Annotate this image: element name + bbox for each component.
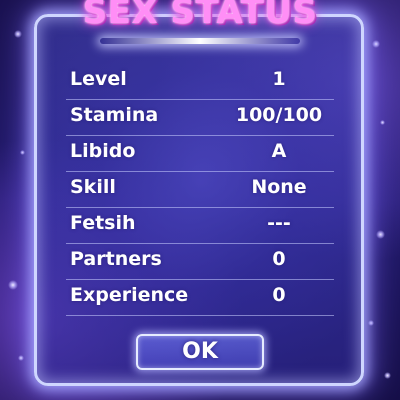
stat-label: Level — [70, 68, 127, 90]
stat-row-libido: Libido A — [66, 136, 334, 172]
sparkle — [380, 120, 385, 125]
stat-row-skill: Skill None — [66, 172, 334, 208]
ok-button[interactable]: OK — [136, 334, 264, 370]
stat-value: 0 — [272, 248, 286, 270]
stat-row-experience: Experience 0 — [66, 280, 334, 316]
stat-label: Experience — [70, 284, 189, 306]
stat-label: Stamina — [70, 104, 159, 126]
title-glow-bar — [100, 38, 300, 44]
sparkle — [368, 320, 374, 326]
stat-row-level: Level 1 — [66, 64, 334, 100]
sparkle — [20, 150, 25, 155]
stat-row-partners: Partners 0 — [66, 244, 334, 280]
stat-value: --- — [267, 212, 291, 234]
sparkle — [18, 355, 24, 361]
sparkle — [384, 372, 391, 379]
stat-label: Libido — [70, 140, 136, 162]
stat-label: Fetsih — [70, 212, 136, 234]
stat-row-stamina: Stamina 100/100 — [66, 100, 334, 136]
stat-value: 1 — [272, 68, 286, 90]
stat-value: 100/100 — [235, 104, 323, 126]
window-title: SEX STATUS — [82, 0, 318, 32]
stat-value: None — [251, 176, 307, 198]
stat-label: Partners — [70, 248, 162, 270]
sparkle — [8, 280, 18, 290]
stat-row-fetish: Fetsih --- — [66, 208, 334, 244]
stat-value: A — [271, 140, 287, 162]
stat-label: Skill — [70, 176, 116, 198]
stat-value: 0 — [272, 284, 286, 306]
sparkle — [376, 230, 385, 239]
stats-list: Level 1 Stamina 100/100 Libido A Skill N… — [66, 64, 334, 316]
sparkle — [372, 40, 380, 48]
